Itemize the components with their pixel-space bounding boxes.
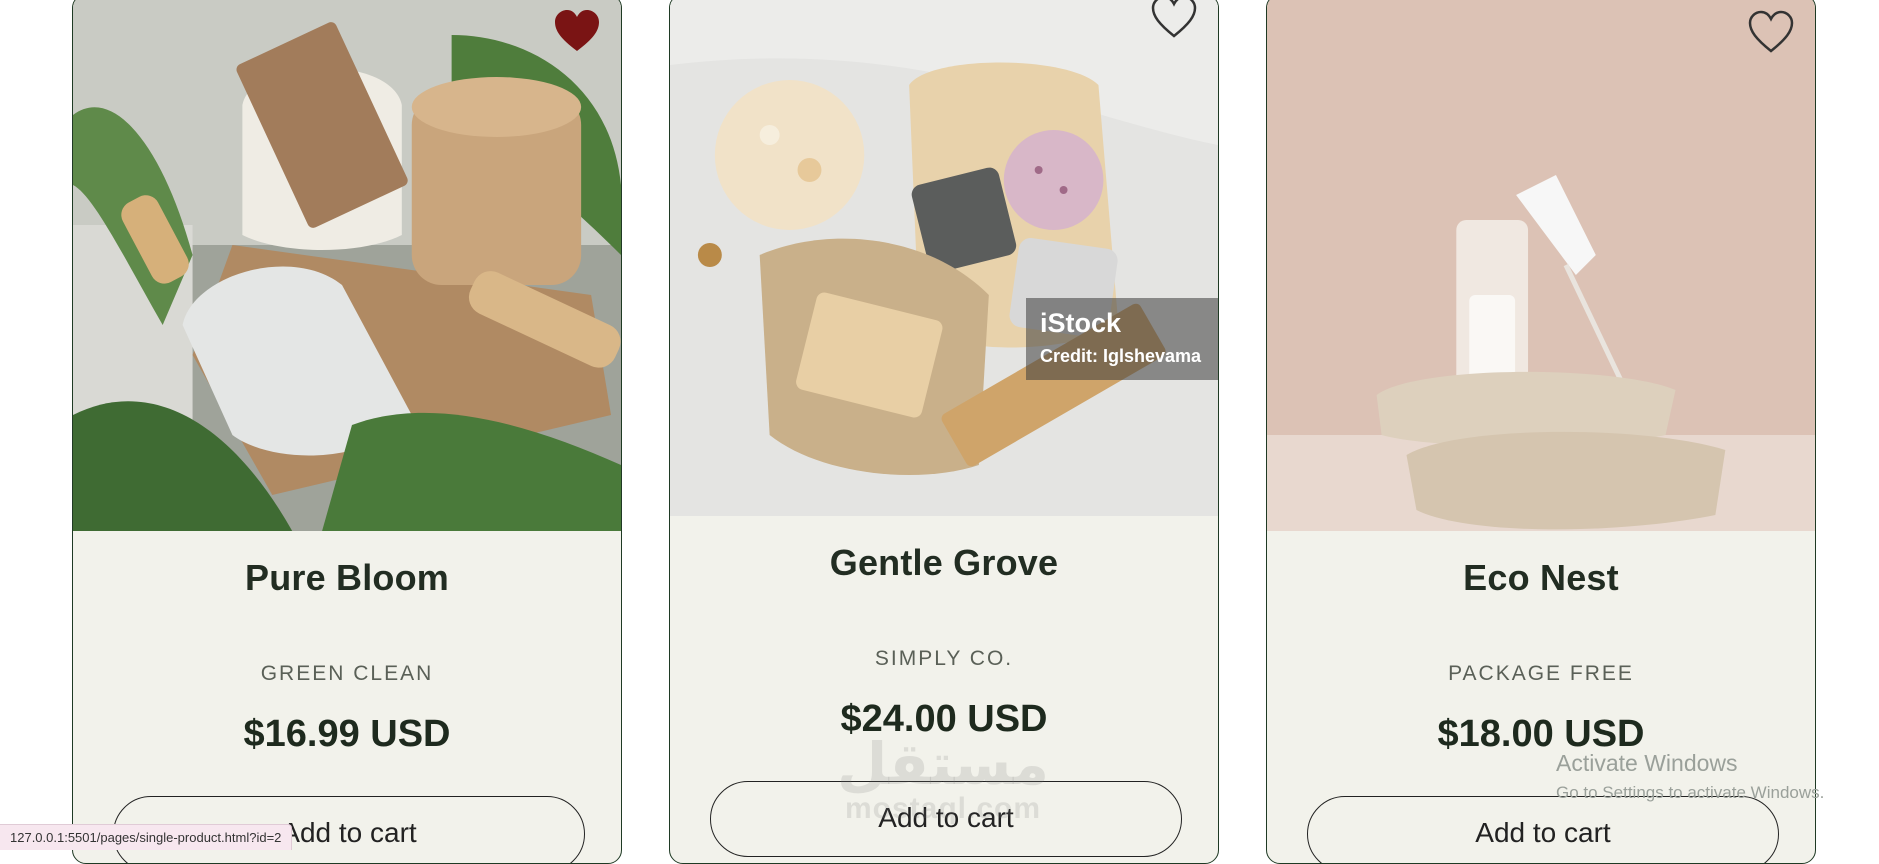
product-name[interactable]: Pure Bloom: [73, 557, 621, 599]
product-photo: [670, 0, 1218, 516]
status-bar-url: 127.0.0.1:5501/pages/single-product.html…: [0, 824, 293, 850]
activate-title: Activate Windows: [1556, 750, 1738, 776]
product-brand: GREEN CLEAN: [260, 662, 434, 685]
product-price: $16.99 USD: [243, 713, 451, 755]
product-image[interactable]: [73, 0, 621, 531]
product-brand: SIMPLY CO.: [874, 647, 1014, 670]
mostaql-watermark: مستقل mostaql.com: [828, 736, 1058, 824]
watermark-latin: mostaql.com: [844, 792, 1042, 825]
istock-overlay: iStock Credit: Iglshevama: [1026, 298, 1218, 380]
activate-subtitle: Go to Settings to activate Windows.: [1556, 783, 1825, 802]
favorite-heart-icon[interactable]: [1150, 0, 1198, 39]
product-name[interactable]: Eco Nest: [1267, 557, 1815, 599]
product-image[interactable]: [1267, 0, 1815, 531]
add-to-cart-button[interactable]: Add to cart: [1307, 796, 1779, 863]
product-brand: PACKAGE FREE: [1448, 662, 1634, 685]
product-card-pure-bloom[interactable]: Pure Bloom GREEN CLEAN $16.99 USD Add to…: [72, 0, 622, 864]
watermark-arabic: مستقل: [836, 732, 1050, 797]
product-image[interactable]: [670, 0, 1218, 516]
favorite-heart-icon[interactable]: [553, 9, 601, 53]
istock-logo: iStock: [1040, 308, 1122, 338]
istock-credit: Credit: Iglshevama: [1040, 346, 1202, 366]
favorite-heart-icon[interactable]: [1747, 10, 1795, 54]
product-card-eco-nest[interactable]: Eco Nest PACKAGE FREE $18.00 USD Add to …: [1266, 0, 1816, 864]
product-photo: [1267, 0, 1815, 531]
activate-windows-notice: Activate Windows Go to Settings to activ…: [1556, 750, 1824, 803]
product-photo: [73, 0, 621, 531]
product-name[interactable]: Gentle Grove: [670, 542, 1218, 584]
